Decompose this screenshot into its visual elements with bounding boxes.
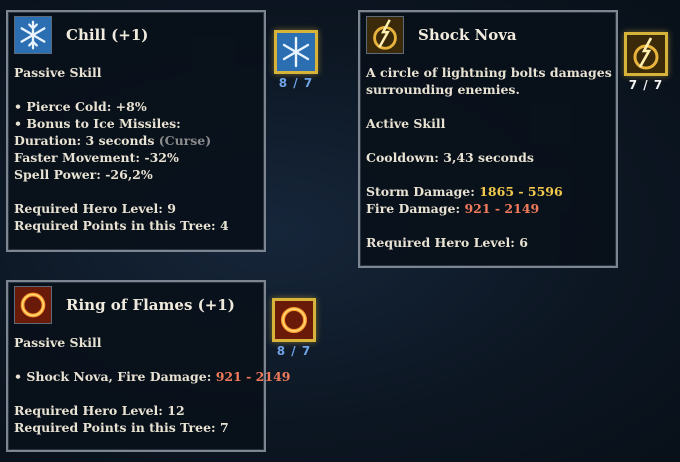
line-value: (Curse)	[158, 133, 212, 148]
shock-nova-rank: 7 / 7	[628, 78, 664, 92]
chill-rank: 8 / 7	[278, 76, 314, 90]
line-text: Required Hero Level: 12	[14, 403, 185, 418]
tooltip-line: • Pierce Cold: +8%	[14, 98, 258, 115]
line-text: Fire Damage:	[366, 201, 465, 216]
tooltip-line: Active Skill	[366, 115, 610, 132]
tooltip-line: A circle of lightning bolts damages	[366, 64, 612, 81]
line-text: • Shock Nova, Fire Damage:	[14, 369, 216, 384]
tooltip-line: surrounding enemies.	[366, 81, 610, 98]
tooltip-line: Storm Damage: 1865 - 5596	[366, 183, 610, 200]
ring-of-flames-rank: 8 / 7	[276, 344, 312, 358]
line-text: Passive Skill	[14, 65, 102, 80]
tooltip-body: A circle of lightning bolts damages surro…	[366, 64, 612, 251]
fire-ring-icon	[14, 286, 52, 324]
tooltip-line: Fire Damage: 921 - 2149	[366, 200, 610, 217]
chill-skill-slot[interactable]	[274, 30, 318, 74]
snowflake-icon	[14, 16, 52, 54]
tooltip-line: Faster Movement: -32%	[14, 149, 258, 166]
skill-title: Chill (+1)	[66, 25, 149, 44]
skill-title: Shock Nova	[418, 25, 517, 44]
line-text: Passive Skill	[14, 335, 102, 350]
tooltip-line: Required Hero Level: 6	[366, 234, 610, 251]
lightning-nova-icon	[366, 16, 404, 54]
tooltip-line: Spell Power: -26,2%	[14, 166, 258, 183]
tooltip-line: Passive Skill	[14, 64, 258, 81]
tooltip-body: Passive Skill • Shock Nova, Fire Damage: …	[14, 334, 290, 436]
line-text: Faster Movement: -32%	[14, 150, 179, 165]
tooltip-line: Required Hero Level: 12	[14, 402, 258, 419]
tooltip-line: Required Points in this Tree: 7	[14, 419, 258, 436]
tooltip-line: Passive Skill	[14, 334, 258, 351]
line-text: Required Points in this Tree: 7	[14, 420, 229, 435]
tooltip-line: Cooldown: 3,43 seconds	[366, 149, 610, 166]
lightning-nova-icon	[627, 35, 665, 73]
line-text: Storm Damage:	[366, 184, 480, 199]
shock-nova-tooltip: Shock Nova A circle of lightning bolts d…	[358, 10, 618, 268]
line-text: • Bonus to Ice Missiles:	[14, 116, 181, 131]
shock-nova-skill-slot[interactable]	[624, 32, 668, 76]
line-text: • Pierce Cold: +8%	[14, 99, 147, 114]
line-text: Required Hero Level: 9	[14, 201, 176, 216]
tooltip-line: • Bonus to Ice Missiles:	[14, 115, 258, 132]
line-text: Cooldown: 3,43 seconds	[366, 150, 534, 165]
line-text: Spell Power: -26,2%	[14, 167, 153, 182]
tooltip-body: Passive Skill • Pierce Cold: +8% • Bonus t…	[14, 64, 258, 234]
line-text: Required Points in this Tree: 4	[14, 218, 229, 233]
tooltip-line: Required Points in this Tree: 4	[14, 217, 258, 234]
line-text: surrounding enemies.	[366, 82, 520, 97]
snowflake-icon	[277, 33, 315, 71]
line-text: A circle of lightning bolts damages	[366, 65, 612, 80]
tooltip-line: Duration: 3 seconds (Curse)	[14, 132, 258, 149]
ring-of-flames-skill-slot[interactable]	[272, 298, 316, 342]
fire-ring-icon	[275, 301, 313, 339]
skill-title: Ring of Flames (+1)	[66, 295, 235, 314]
tooltip-line: Required Hero Level: 9	[14, 200, 258, 217]
line-value: 921 - 2149	[215, 369, 291, 384]
line-value: 921 - 2149	[464, 201, 540, 216]
line-text: Required Hero Level: 6	[366, 235, 528, 250]
tooltip-line: • Shock Nova, Fire Damage: 921 - 2149	[14, 368, 290, 385]
line-value: 1865 - 5596	[479, 184, 563, 199]
line-text: Active Skill	[366, 116, 446, 131]
line-text: Duration: 3 seconds	[14, 133, 159, 148]
ring-of-flames-tooltip: Ring of Flames (+1) Passive Skill • Shock…	[6, 280, 290, 452]
chill-tooltip: Chill (+1) Passive Skill • Pierce Cold: +…	[6, 10, 266, 252]
